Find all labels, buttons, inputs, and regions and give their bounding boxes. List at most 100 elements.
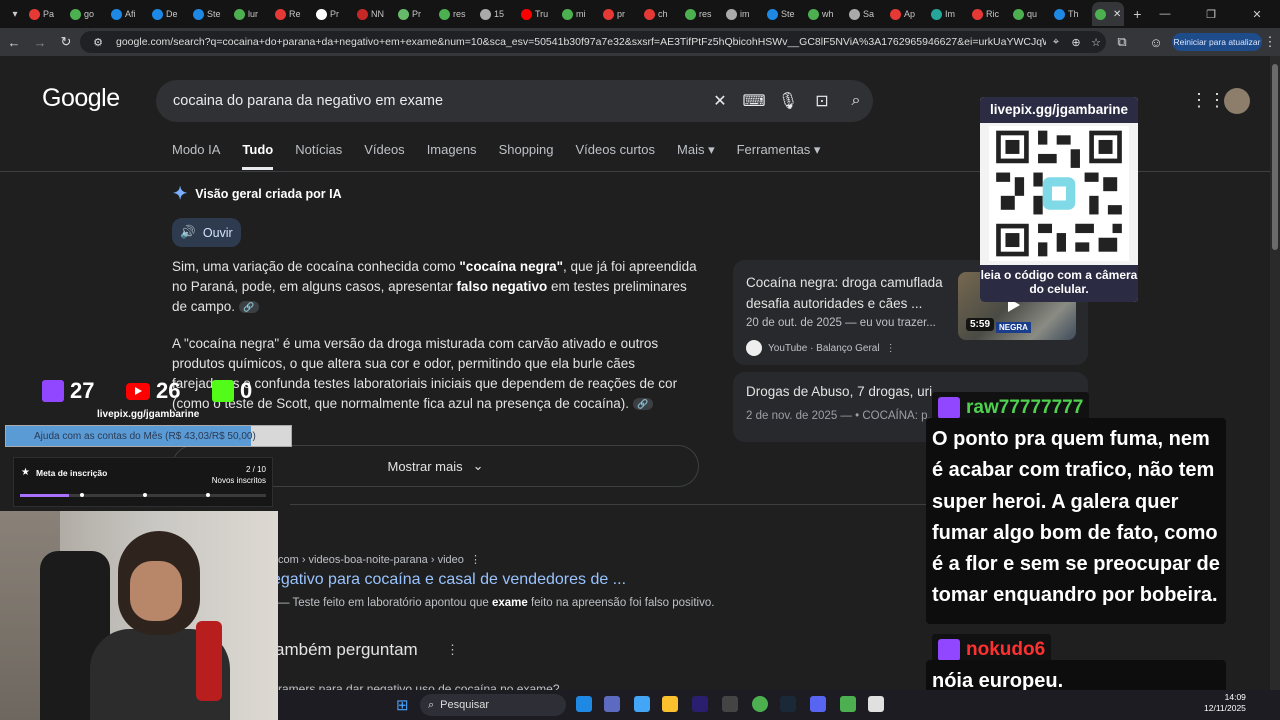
edge-icon[interactable]: [576, 696, 592, 712]
browser-tab[interactable]: Ste: [190, 2, 230, 26]
location-icon[interactable]: ⌖: [1046, 36, 1066, 49]
forward-button[interactable]: →: [28, 30, 52, 54]
premiere-icon[interactable]: [692, 696, 708, 712]
extensions-icon[interactable]: ⧉: [1110, 30, 1134, 54]
teams-icon[interactable]: [604, 696, 620, 712]
tab-search-icon[interactable]: ▾: [4, 3, 26, 25]
result-title-link[interactable]: egativo para cocaína e casal de vendedor…: [272, 571, 626, 589]
search-icon[interactable]: ⌕: [839, 92, 873, 110]
browser-tab[interactable]: go: [67, 2, 107, 26]
chrome-icon[interactable]: [752, 696, 768, 712]
steam-icon[interactable]: [780, 696, 796, 712]
browser-tab[interactable]: mi: [559, 2, 599, 26]
browser-tab[interactable]: 15: [477, 2, 517, 26]
search-box[interactable]: cocaina do parana da negativo em exame ✕…: [156, 80, 873, 122]
sub-goal-title: Meta de inscrição: [36, 468, 108, 478]
browser-tab[interactable]: wh: [805, 2, 845, 26]
browser-tab[interactable]: Ric: [969, 2, 1009, 26]
active-tab[interactable]: ✕: [1092, 2, 1125, 26]
tab-favicon-icon: [1054, 8, 1065, 20]
tab-label: De: [166, 9, 178, 19]
menu-icon[interactable]: ⋮: [1258, 30, 1280, 54]
notepad-icon[interactable]: [868, 696, 884, 712]
video-duration: 5:59: [966, 318, 995, 331]
taskbar-search-label: Pesquisar: [440, 699, 490, 711]
browser-tab[interactable]: Sa: [846, 2, 886, 26]
browser-tab[interactable]: Pr: [395, 2, 435, 26]
youtube-count: 26: [156, 378, 181, 403]
sub-goal-count: 2 / 10 Novos inscritos: [212, 464, 266, 486]
tab-videos-curtos[interactable]: Vídeos curtos: [576, 142, 656, 170]
site-info-icon[interactable]: ⚙: [88, 36, 108, 49]
scrollbar-thumb[interactable]: [1272, 64, 1278, 250]
video-card-date: 20 de out. de 2025 — eu vou trazer...: [746, 317, 936, 329]
mic-icon[interactable]: 🎙: [771, 91, 805, 111]
browser-tab[interactable]: Pr: [313, 2, 353, 26]
browser-tab[interactable]: De: [149, 2, 189, 26]
store-icon[interactable]: [634, 696, 650, 712]
result-cite-text: com › videos-boa-noite-parana › video: [278, 554, 464, 566]
back-button[interactable]: ←: [2, 30, 26, 54]
url-text: google.com/search?q=cocaina+do+parana+da…: [116, 36, 1046, 48]
browser-tab[interactable]: NN: [354, 2, 394, 26]
browser-tab[interactable]: Ste: [764, 2, 804, 26]
source-link-icon[interactable]: 🔗: [238, 301, 259, 314]
tab-tudo[interactable]: Tudo: [242, 142, 274, 170]
windows-start-icon[interactable]: ⊞: [396, 696, 409, 714]
browser-tab[interactable]: lur: [231, 2, 271, 26]
folder-icon[interactable]: [662, 696, 678, 712]
browser-tab[interactable]: Re: [272, 2, 312, 26]
kick-icon: [212, 380, 234, 402]
avatar[interactable]: [1224, 88, 1250, 114]
close-window-button[interactable]: ✕: [1234, 0, 1280, 28]
lens-icon[interactable]: ⊡: [805, 91, 839, 111]
taskbar-clock: 14:09 12/11/2025: [1204, 692, 1246, 714]
google-logo[interactable]: Google: [42, 84, 120, 113]
close-tab-icon[interactable]: ✕: [1113, 9, 1121, 20]
donation-goal-text: Ajuda com as contas do Mês (R$ 43,03/R$ …: [34, 431, 256, 442]
zoom-icon[interactable]: ⊕: [1066, 36, 1086, 49]
browser-tab[interactable]: Th: [1051, 2, 1091, 26]
tab-videos[interactable]: Vídeos: [364, 142, 404, 170]
browser-tab[interactable]: Im: [928, 2, 968, 26]
browser-tab[interactable]: pr: [600, 2, 640, 26]
address-bar[interactable]: ⚙ google.com/search?q=cocaina+do+parana+…: [80, 31, 1106, 53]
listen-button[interactable]: 🔊 Ouvir: [172, 218, 241, 247]
browser-tab[interactable]: res: [682, 2, 722, 26]
tab-favicon-icon: [234, 8, 245, 20]
browser-tab[interactable]: Tru: [518, 2, 558, 26]
video-card-title: Cocaína negra: droga camuflada desafia a…: [746, 275, 943, 311]
browser-tab[interactable]: im: [723, 2, 763, 26]
screen: ▾ Pa go Afi De Ste lur Re Pr NN Pr res 15 Tru mi pr ch r…: [0, 0, 1280, 720]
tab-shopping[interactable]: Shopping: [499, 142, 554, 170]
tab-imagens[interactable]: Imagens: [427, 142, 477, 170]
bookmark-star-icon[interactable]: ☆: [1086, 36, 1106, 49]
browser-tab[interactable]: ch: [641, 2, 681, 26]
qr-code-icon: [989, 126, 1129, 261]
browser-tab[interactable]: Pa: [26, 2, 66, 26]
paa-more-icon[interactable]: ⋮: [446, 642, 459, 658]
update-button[interactable]: Reiniciar para atualizar: [1172, 33, 1262, 51]
discord-icon[interactable]: [810, 696, 826, 712]
profile-icon[interactable]: ☺: [1144, 30, 1168, 54]
more-options-icon[interactable]: ⋮: [886, 343, 896, 354]
browser-tab[interactable]: Afi: [108, 2, 148, 26]
tab-favicon-icon: [1013, 8, 1024, 20]
browser-tab[interactable]: Ap: [887, 2, 927, 26]
restore-button[interactable]: ❐: [1188, 0, 1234, 28]
tab-mais[interactable]: Mais ▾: [677, 142, 715, 170]
search-input[interactable]: cocaina do parana da negativo em exame: [173, 93, 703, 109]
twitch-counter: 27: [42, 378, 94, 404]
taskbar-search[interactable]: ⌕ Pesquisar: [420, 694, 566, 716]
whatsapp-icon[interactable]: [840, 696, 856, 712]
tab-modo-ia[interactable]: Modo IA: [172, 142, 220, 170]
tab-ferramentas[interactable]: Ferramentas ▾: [737, 142, 821, 170]
tab-noticias[interactable]: Notícias: [295, 142, 342, 170]
clear-icon[interactable]: ✕: [703, 91, 737, 111]
reload-button[interactable]: ↻: [54, 30, 78, 54]
minimize-button[interactable]: —: [1142, 0, 1188, 28]
obs-icon[interactable]: [722, 696, 738, 712]
browser-tab[interactable]: qu: [1010, 2, 1050, 26]
browser-tab[interactable]: res: [436, 2, 476, 26]
keyboard-icon[interactable]: ⌨: [737, 91, 771, 111]
